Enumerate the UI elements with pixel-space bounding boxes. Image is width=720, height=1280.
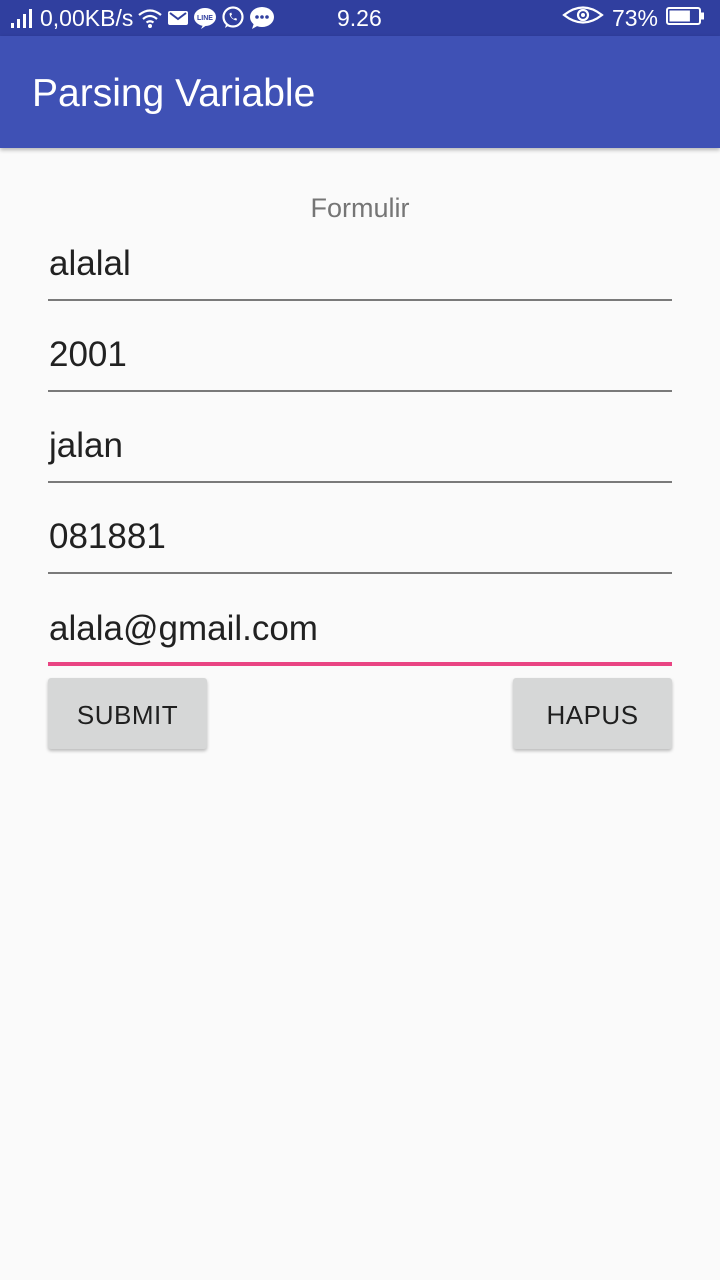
app-bar: Parsing Variable — [0, 36, 720, 148]
clear-button[interactable]: HAPUS — [513, 678, 672, 749]
status-bar-right: 73% — [562, 0, 706, 36]
status-bar-left: 0,00KB/s LINE — [10, 0, 275, 36]
phone-field[interactable]: 081881 — [48, 514, 672, 574]
whatsapp-icon — [221, 6, 245, 30]
name-field-value: alalal — [49, 244, 131, 283]
field-underline-focused — [48, 662, 672, 666]
field-underline — [48, 572, 672, 574]
status-bar: 0,00KB/s LINE 9.26 73% — [0, 0, 720, 36]
battery-percent: 73% — [611, 4, 658, 31]
name-field[interactable]: alalal — [48, 241, 672, 301]
phone-field-value: 081881 — [49, 517, 166, 556]
battery-icon — [666, 5, 706, 32]
chat-bubble-icon — [249, 6, 275, 30]
field-underline — [48, 390, 672, 392]
email-field[interactable]: alala@gmail.com — [48, 606, 672, 666]
submit-button[interactable]: SUBMIT — [48, 678, 207, 749]
address-field-value: jalan — [49, 426, 123, 465]
network-speed: 0,00KB/s — [40, 4, 134, 31]
eye-icon — [562, 4, 604, 32]
svg-text:LINE: LINE — [197, 15, 213, 22]
field-underline — [48, 481, 672, 483]
status-time: 9.26 — [337, 5, 382, 31]
signal-icon — [10, 8, 36, 28]
year-field-value: 2001 — [49, 335, 127, 374]
gmail-icon — [167, 9, 189, 27]
field-underline — [48, 299, 672, 301]
wifi-icon — [137, 7, 163, 29]
email-field-value: alala@gmail.com — [49, 609, 318, 648]
line-icon: LINE — [193, 6, 217, 30]
app-title: Parsing Variable — [32, 72, 316, 115]
address-field[interactable]: jalan — [48, 423, 672, 483]
form-header: Formulir — [310, 193, 410, 223]
year-field[interactable]: 2001 — [48, 332, 672, 392]
